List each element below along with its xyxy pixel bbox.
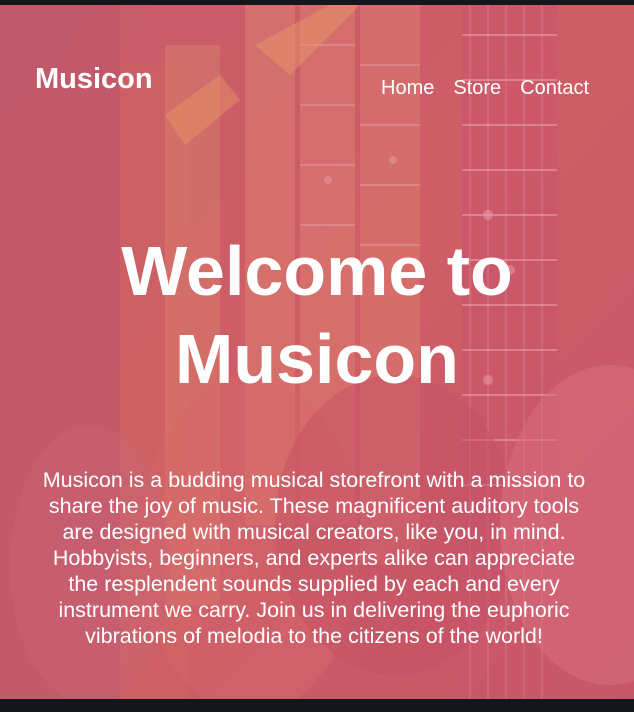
brand-logo-text[interactable]: Musicon — [35, 63, 153, 96]
hero-section: Musicon Home Store Contact Welcome to Mu… — [0, 5, 634, 699]
hero-description: Musicon is a budding musical storefront … — [42, 468, 586, 648]
nav-link-home[interactable]: Home — [381, 77, 434, 100]
nav-link-store[interactable]: Store — [453, 77, 501, 100]
main-nav: Home Store Contact — [381, 77, 589, 100]
bottom-frame-bar — [0, 699, 634, 712]
hero-headline: Welcome to Musicon — [0, 227, 634, 403]
nav-link-contact[interactable]: Contact — [520, 77, 589, 100]
headline-line-1: Welcome to — [121, 232, 513, 310]
headline-line-2: Musicon — [175, 320, 459, 398]
